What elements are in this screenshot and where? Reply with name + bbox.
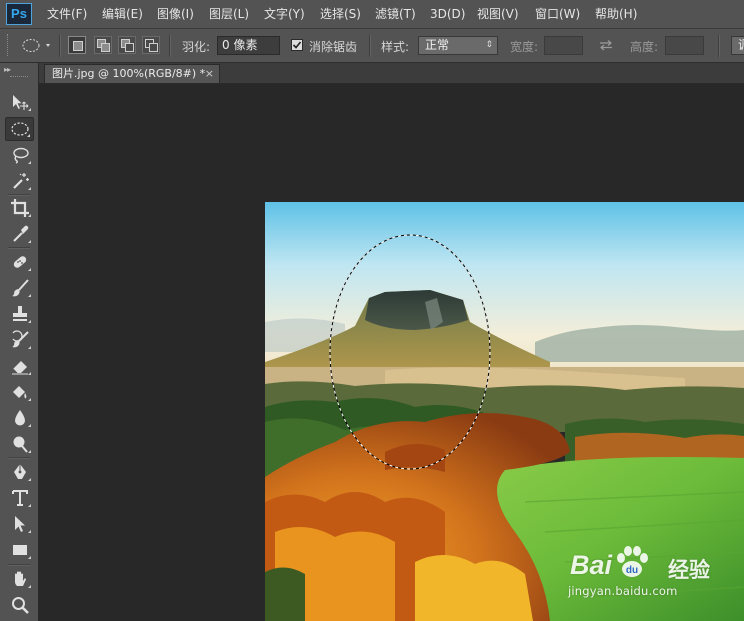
eraser-tool[interactable] — [5, 354, 34, 378]
paw-logo-icon: du — [617, 546, 648, 577]
zoom-icon — [11, 597, 29, 614]
refine-edge-button[interactable]: 调 — [731, 36, 744, 55]
dodge-icon — [13, 436, 28, 453]
brush-icon — [11, 279, 29, 297]
swap-width-height-icon[interactable] — [598, 39, 614, 54]
move-icon — [12, 95, 28, 110]
style-select-value: 正常 — [425, 38, 450, 52]
feather-label: 羽化: — [182, 40, 211, 54]
menu-help[interactable]: 帮助(H) — [595, 0, 637, 28]
history-brush-icon — [11, 330, 29, 348]
subtract-from-selection-button[interactable] — [118, 36, 136, 54]
height-label: 高度: — [630, 40, 659, 54]
style-select[interactable]: 正常 ⇕ — [418, 36, 498, 55]
watermark-jingyan: 经验 — [668, 558, 710, 582]
add-to-selection-button[interactable] — [94, 36, 112, 54]
menu-edit[interactable]: 编辑(E) — [102, 0, 143, 28]
move-tool[interactable] — [5, 90, 34, 114]
lasso-icon — [12, 147, 29, 164]
menu-image[interactable]: 图像(I) — [157, 0, 194, 28]
document-tab-title: 图片.jpg @ 100%(RGB/8#) * — [52, 67, 206, 80]
clone-stamp-icon — [12, 306, 27, 321]
menu-window[interactable]: 窗口(W) — [535, 0, 580, 28]
crop-tool[interactable] — [5, 196, 34, 220]
spot-healing-brush-tool[interactable] — [5, 250, 34, 274]
chevron-updown-icon: ⇕ — [485, 40, 493, 50]
lasso-tool[interactable] — [5, 143, 34, 167]
baidu-jingyan-watermark: du Bai 经验 jingyan.baidu.com — [568, 540, 738, 610]
watermark-url: jingyan.baidu.com — [568, 584, 678, 598]
new-selection-button[interactable] — [68, 36, 86, 54]
height-input[interactable] — [665, 36, 704, 55]
eraser-icon — [11, 361, 28, 375]
crop-icon — [10, 199, 29, 217]
menu-3d[interactable]: 3D(D) — [430, 0, 465, 28]
path-selection-icon — [14, 516, 25, 532]
collapse-panel-icon[interactable]: ▸▸ — [4, 65, 11, 74]
menu-file[interactable]: 文件(F) — [47, 0, 87, 28]
paint-bucket-tool[interactable] — [5, 380, 34, 404]
ellipse-preset-icon — [22, 39, 50, 52]
close-icon[interactable]: × — [205, 65, 214, 82]
menu-layer[interactable]: 图层(L) — [209, 0, 249, 28]
tools-panel-grip[interactable] — [10, 76, 28, 79]
spot-healing-brush-icon — [13, 256, 26, 268]
blur-icon — [14, 410, 25, 426]
checkmark-icon — [292, 41, 302, 49]
intersect-selection-button[interactable] — [142, 36, 160, 54]
zoom-tool[interactable] — [5, 593, 34, 617]
path-selection-tool[interactable] — [5, 512, 34, 536]
eyedropper-tool[interactable] — [5, 222, 34, 246]
paint-bucket-icon — [12, 386, 26, 399]
type-icon — [11, 490, 28, 506]
history-brush-tool[interactable] — [5, 328, 34, 352]
tools-panel: ▸▸ — [0, 63, 39, 621]
width-label: 宽度: — [510, 40, 539, 54]
style-label: 样式: — [381, 40, 410, 54]
options-bar-grip[interactable] — [7, 34, 10, 56]
options-bar: 羽化: 0 像素 消除锯齿 样式: 正常 ⇕ 宽度: 高度: 调 — [0, 29, 744, 63]
rectangle-tool[interactable] — [5, 538, 34, 562]
document-tab-bar: 图片.jpg @ 100%(RGB/8#) * × — [39, 63, 744, 84]
clone-stamp-tool[interactable] — [5, 302, 34, 326]
antialias-checkbox[interactable] — [291, 39, 303, 51]
elliptical-marquee-tool[interactable] — [5, 117, 34, 141]
magic-wand-tool[interactable] — [5, 169, 34, 193]
antialias-label: 消除锯齿 — [309, 40, 358, 54]
menu-type[interactable]: 文字(Y) — [264, 0, 305, 28]
blur-tool[interactable] — [5, 406, 34, 430]
dodge-tool[interactable] — [5, 432, 34, 456]
brush-tool[interactable] — [5, 276, 34, 300]
hand-tool[interactable] — [5, 567, 34, 591]
document-tab[interactable]: 图片.jpg @ 100%(RGB/8#) * × — [44, 64, 220, 83]
pen-icon — [13, 464, 26, 479]
feather-input[interactable]: 0 像素 — [217, 36, 280, 55]
svg-text:du: du — [626, 565, 638, 576]
type-tool[interactable] — [5, 486, 34, 510]
menu-select[interactable]: 选择(S) — [320, 0, 361, 28]
width-input[interactable] — [544, 36, 583, 55]
menu-filter[interactable]: 滤镜(T) — [375, 0, 416, 28]
photoshop-logo: Ps — [6, 3, 32, 25]
eyedropper-icon — [12, 225, 28, 242]
menu-bar: Ps 文件(F) 编辑(E) 图像(I) 图层(L) 文字(Y) 选择(S) 滤… — [0, 0, 744, 29]
tool-preset-picker[interactable] — [20, 36, 54, 55]
menu-view[interactable]: 视图(V) — [477, 0, 519, 28]
rectangle-icon — [12, 545, 27, 555]
magic-wand-icon — [12, 173, 29, 189]
watermark-brand: Bai — [570, 550, 613, 580]
hand-icon — [14, 571, 26, 586]
pen-tool[interactable] — [5, 460, 34, 484]
